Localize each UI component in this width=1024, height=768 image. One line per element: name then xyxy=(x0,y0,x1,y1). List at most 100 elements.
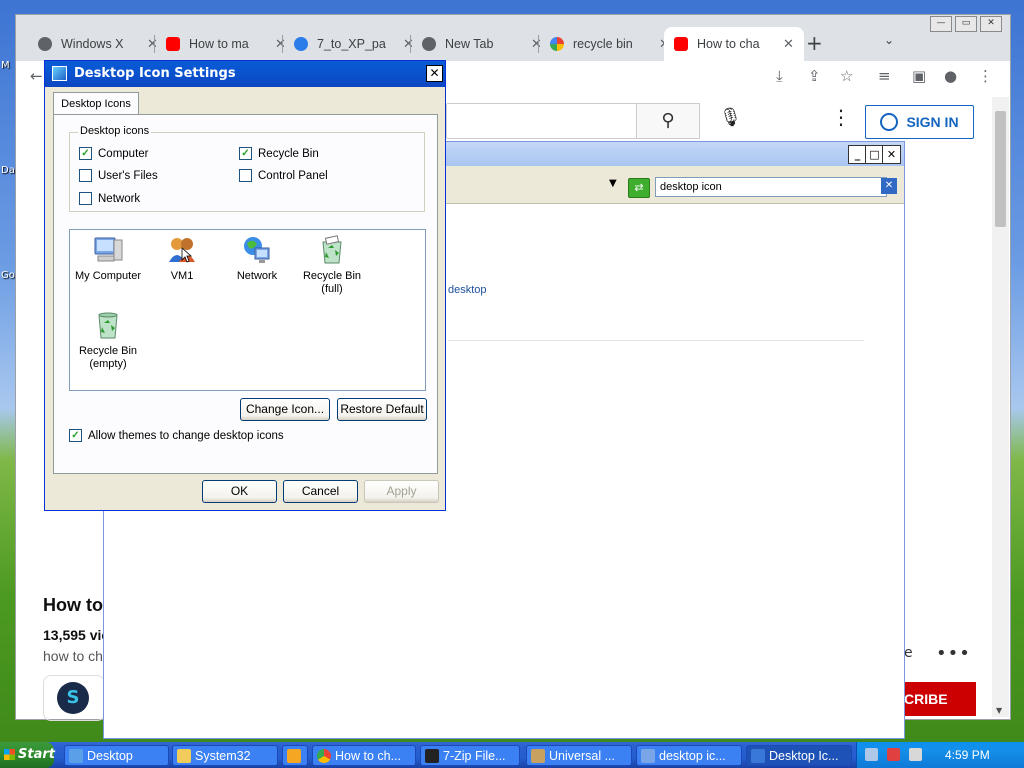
restore-button[interactable]: ▭ xyxy=(955,16,977,32)
go-button[interactable]: ⇄ xyxy=(628,178,650,198)
video-description[interactable]: how to ch xyxy=(43,648,103,664)
my-computer-icon xyxy=(92,234,124,266)
icon-item-recycle-bin-empty[interactable]: Recycle Bin (empty) xyxy=(70,309,146,371)
close-icon[interactable]: ✕ xyxy=(403,37,414,52)
icon-item-vm1[interactable]: VM1 xyxy=(144,234,220,283)
profile-icon[interactable]: ● xyxy=(944,67,957,85)
task-label: desktop ic... xyxy=(659,749,726,763)
tab-desktop-icons[interactable]: Desktop Icons xyxy=(53,92,139,115)
result-link[interactable]: desktop xyxy=(448,284,487,296)
new-tab-button[interactable]: + xyxy=(806,31,823,55)
more-actions-icon[interactable]: ••• xyxy=(936,643,971,664)
icon-item-recycle-bin-full[interactable]: Recycle Bin (full) xyxy=(294,234,370,296)
volume-icon[interactable] xyxy=(909,748,922,761)
tab-separator xyxy=(154,35,155,53)
recycle-bin-full-icon xyxy=(316,234,348,266)
page-scrollbar[interactable]: ▼ xyxy=(992,97,1009,717)
reading-list-icon[interactable]: ≡ xyxy=(878,67,891,85)
clock[interactable]: 4:59 PM xyxy=(945,742,990,768)
taskbar-item-media[interactable] xyxy=(282,745,308,766)
browser-tab[interactable]: recycle bin ✕ xyxy=(550,27,670,61)
task-label: 7-Zip File... xyxy=(443,749,506,763)
display-properties-icon xyxy=(52,66,67,81)
start-button[interactable]: Start xyxy=(0,742,55,768)
taskbar-item-chrome[interactable]: How to ch... xyxy=(312,745,416,766)
taskbar-item-universal[interactable]: Universal ... xyxy=(526,745,632,766)
browser-tab[interactable]: New Tab ✕ xyxy=(422,27,542,61)
restore-default-button[interactable]: Restore Default xyxy=(337,398,427,421)
windows-logo-icon xyxy=(4,749,15,760)
youtube-search-input[interactable] xyxy=(446,103,637,139)
close-icon[interactable]: ✕ xyxy=(147,37,158,52)
divider xyxy=(448,340,864,341)
computer-checkbox[interactable]: ✓ Computer xyxy=(79,147,149,160)
checkbox-box[interactable] xyxy=(239,169,252,182)
checkbox-box[interactable] xyxy=(79,169,92,182)
recycle-bin-checkbox[interactable]: ✓ Recycle Bin xyxy=(239,147,319,160)
scroll-down-icon[interactable]: ▼ xyxy=(996,706,1002,715)
sign-in-button[interactable]: SIGN IN xyxy=(865,105,974,139)
icon-item-my-computer[interactable]: My Computer xyxy=(70,234,146,283)
menu-kebab-icon[interactable]: ⋮ xyxy=(978,67,993,85)
close-button[interactable]: ✕ xyxy=(426,65,443,82)
back-arrow-icon[interactable]: ← xyxy=(30,67,43,85)
taskbar-item-search[interactable]: desktop ic... xyxy=(636,745,742,766)
browser-tab[interactable]: 7_to_XP_pa ✕ xyxy=(294,27,414,61)
dropdown-arrow-icon[interactable]: ▼ xyxy=(609,178,617,189)
checkbox-label: Control Panel xyxy=(258,169,328,182)
youtube-search-button[interactable]: ⚲ xyxy=(636,103,700,139)
task-label: Universal ... xyxy=(549,749,615,763)
security-alert-icon[interactable] xyxy=(887,748,900,761)
control-panel-checkbox[interactable]: Control Panel xyxy=(239,169,328,182)
tab-title: How to cha xyxy=(697,37,760,51)
subscribe-button[interactable]: CRIBE xyxy=(896,682,976,716)
view-count: 13,595 vie xyxy=(43,627,110,643)
apply-button[interactable]: Apply xyxy=(364,480,439,503)
cancel-button[interactable]: Cancel xyxy=(283,480,358,503)
tab-title: New Tab xyxy=(445,37,494,51)
search-icon xyxy=(641,749,655,763)
taskbar-item-desktop-icon-settings[interactable]: Desktop Ic... xyxy=(746,745,852,766)
start-label: Start xyxy=(18,747,55,762)
folder-icon xyxy=(177,749,191,763)
taskbar-item-system32[interactable]: System32 xyxy=(172,745,278,766)
scrollbar-thumb[interactable] xyxy=(995,111,1006,227)
close-icon[interactable]: ✕ xyxy=(783,37,794,52)
checkbox-box[interactable] xyxy=(79,192,92,205)
taskbar-item-7zip[interactable]: 7-Zip File... xyxy=(420,745,520,766)
checkbox-box[interactable]: ✓ xyxy=(239,147,252,160)
checkbox-box[interactable]: ✓ xyxy=(69,429,82,442)
change-icon-button[interactable]: Change Icon... xyxy=(240,398,330,421)
tab-separator xyxy=(538,35,539,53)
minimize-button[interactable]: — xyxy=(930,16,952,32)
bookmark-star-icon[interactable]: ☆ xyxy=(840,67,853,85)
users-files-checkbox[interactable]: User's Files xyxy=(79,169,158,182)
taskbar-item-desktop[interactable]: Desktop xyxy=(64,745,169,766)
browser-tab-active[interactable]: How to cha ✕ xyxy=(664,27,804,61)
browser-tab[interactable]: Windows X ✕ xyxy=(38,27,158,61)
display-icon xyxy=(751,749,765,763)
microphone-icon[interactable]: 🎙 xyxy=(719,107,742,128)
side-panel-icon[interactable]: ▣ xyxy=(912,67,926,85)
close-icon[interactable]: ✕ xyxy=(275,37,286,52)
allow-themes-checkbox[interactable]: ✓ Allow themes to change desktop icons xyxy=(69,429,284,442)
close-window-button[interactable]: ✕ xyxy=(980,16,1002,32)
channel-card[interactable]: S xyxy=(43,675,105,721)
avatar[interactable]: S xyxy=(57,682,89,714)
close-button[interactable]: ✕ xyxy=(882,145,901,164)
tab-title: How to ma xyxy=(189,37,249,51)
icon-item-network[interactable]: Network xyxy=(219,234,295,283)
ok-button[interactable]: OK xyxy=(202,480,277,503)
close-icon[interactable]: ✕ xyxy=(531,37,542,52)
install-icon[interactable]: ⤓ xyxy=(776,67,783,85)
tab-search-chevron-icon[interactable]: ⌄ xyxy=(884,33,894,47)
settings-kebab-icon[interactable]: ⋮ xyxy=(831,105,851,129)
share-icon[interactable]: ⇪ xyxy=(808,67,821,85)
dialog-titlebar[interactable]: Desktop Icon Settings ✕ xyxy=(45,61,445,87)
checkbox-box[interactable]: ✓ xyxy=(79,147,92,160)
network-checkbox[interactable]: Network xyxy=(79,192,140,205)
clear-search-icon[interactable]: ✕ xyxy=(881,178,897,194)
browser-tab[interactable]: How to ma ✕ xyxy=(166,27,286,61)
search-input[interactable]: desktop icon xyxy=(655,177,887,197)
network-tray-icon[interactable] xyxy=(865,748,878,761)
